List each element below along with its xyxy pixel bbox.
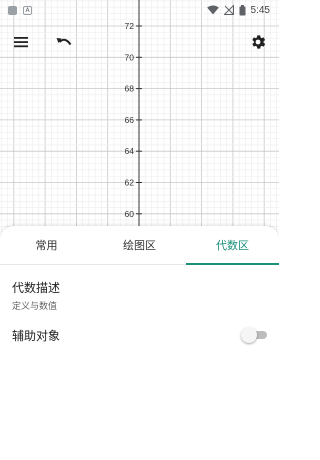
auxiliary-objects-toggle[interactable] bbox=[241, 327, 267, 343]
tab-algebra[interactable]: 代数区 bbox=[186, 226, 279, 264]
bottom-sheet: 常用 绘图区 代数区 代数描述 定义与数值 辅助对象 bbox=[0, 226, 279, 460]
y-tick-label: 70 bbox=[125, 52, 135, 62]
signal-icon bbox=[223, 5, 234, 15]
algebra-description-subtitle: 定义与数值 bbox=[12, 302, 58, 312]
algebra-description-row[interactable]: 代数描述 定义与数值 bbox=[12, 279, 60, 312]
status-bar: A 5:45 bbox=[0, 0, 279, 20]
tab-common[interactable]: 常用 bbox=[0, 226, 93, 264]
y-tick-label: 66 bbox=[125, 115, 135, 125]
battery-icon bbox=[239, 4, 246, 15]
y-tick-label: 72 bbox=[125, 21, 135, 31]
active-tab-indicator bbox=[186, 263, 279, 265]
hamburger-menu-icon bbox=[14, 37, 28, 48]
gear-icon bbox=[252, 35, 266, 49]
y-tick-label: 68 bbox=[125, 84, 135, 94]
auxiliary-objects-row: 辅助对象 bbox=[12, 325, 267, 345]
algebra-description-title: 代数描述 bbox=[12, 281, 61, 295]
graph-grid[interactable]: 72 70 68 66 64 62 60 bbox=[0, 0, 279, 232]
y-tick-label: 64 bbox=[125, 146, 135, 156]
notification-icon bbox=[8, 5, 17, 15]
app-notification-icon: A bbox=[23, 5, 32, 15]
tab-graphics[interactable]: 绘图区 bbox=[93, 226, 186, 264]
status-time: 5:45 bbox=[250, 4, 270, 16]
auxiliary-objects-label: 辅助对象 bbox=[12, 328, 61, 343]
y-tick-label: 60 bbox=[125, 209, 135, 219]
y-tick-label: 62 bbox=[125, 178, 135, 188]
tab-bar: 常用 绘图区 代数区 bbox=[0, 226, 279, 265]
settings-button[interactable] bbox=[247, 31, 269, 53]
app-screen: 72 70 68 66 64 62 60 A 5:45 常用 绘图区 代数区 代… bbox=[0, 0, 279, 460]
graph-canvas[interactable]: 72 70 68 66 64 62 60 bbox=[0, 0, 279, 232]
toggle-thumb bbox=[241, 327, 257, 343]
wifi-icon bbox=[206, 5, 219, 15]
menu-button[interactable] bbox=[10, 31, 32, 53]
undo-button[interactable] bbox=[53, 31, 75, 53]
undo-icon bbox=[56, 38, 72, 46]
